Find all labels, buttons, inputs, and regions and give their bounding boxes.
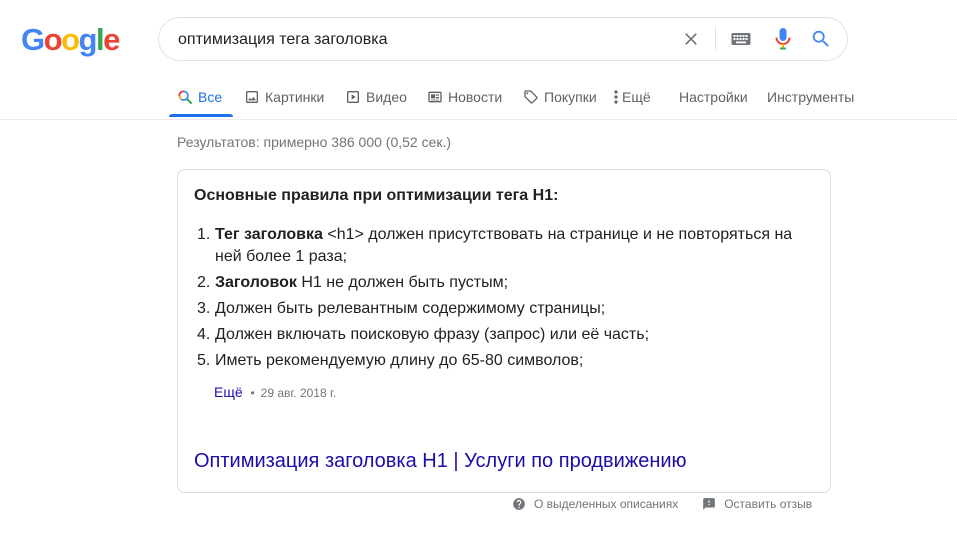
list-item-number: 4. <box>197 326 211 343</box>
logo-letter: l <box>95 22 105 57</box>
list-item-number: 3. <box>197 300 211 317</box>
list-item-text: Иметь рекомендуемую длину до 65-80 симво… <box>215 352 584 369</box>
tab-label: Покупки <box>544 89 597 105</box>
list-item-text: Должен быть релевантным содержимому стра… <box>215 300 606 317</box>
search-divider <box>715 27 716 51</box>
more-vert-icon <box>613 89 619 105</box>
feedback-label: Оставить отзыв <box>724 497 813 511</box>
snippet-heading: Основные правила при оптимизации тега H1… <box>194 187 559 204</box>
active-tab-indicator <box>169 114 233 117</box>
tab-news[interactable]: Новости <box>427 78 502 116</box>
tab-label: Все <box>198 89 223 105</box>
google-logo[interactable]: Google <box>21 22 120 58</box>
keyboard-button[interactable] <box>725 18 757 60</box>
list-item-number: 1. <box>197 226 211 243</box>
list-item: 3. Должен быть релевантным содержимому ст… <box>194 298 804 320</box>
news-icon <box>427 89 443 105</box>
results-count: Результатов: примерно 386 000 (0,52 сек.… <box>177 134 452 150</box>
logo-letter: e <box>103 22 120 57</box>
voice-search-button[interactable] <box>767 18 799 60</box>
list-item-text: Должен включать поисковую фразу (запрос)… <box>215 326 650 343</box>
search-icon <box>812 30 829 47</box>
tab-all[interactable]: Все <box>177 78 222 116</box>
video-icon <box>345 89 361 105</box>
meta-separator: • <box>250 386 255 400</box>
feedback-link[interactable]: Оставить отзыв <box>702 497 812 511</box>
tab-tools[interactable]: Инструменты <box>767 78 854 116</box>
list-item-text: H1 не должен быть пустым; <box>296 274 509 291</box>
snippet-meta: Ещё • 29 авг. 2018 г. <box>214 384 336 400</box>
tab-shopping[interactable]: Покупки <box>523 78 597 116</box>
list-item-bold: Тег заголовка <box>215 226 323 243</box>
image-icon <box>244 89 260 105</box>
keyboard-icon <box>731 33 751 45</box>
close-icon <box>685 33 697 45</box>
feedback-icon <box>703 498 716 510</box>
tab-settings[interactable]: Настройки <box>679 78 748 116</box>
logo-letter: g <box>78 22 98 57</box>
tab-label: Картинки <box>265 89 325 105</box>
tab-label: Инструменты <box>767 89 855 105</box>
about-snippets-link[interactable]: О выделенных описаниях <box>512 497 678 511</box>
list-item: 2. Заголовок H1 не должен быть пустым; <box>194 272 804 294</box>
result-title-link[interactable]: Оптимизация заголовка H1 | Услуги по про… <box>194 450 687 473</box>
list-item-number: 5. <box>197 352 211 369</box>
tab-label: Видео <box>366 89 407 105</box>
microphone-icon <box>775 28 791 50</box>
list-item-number: 2. <box>197 274 211 291</box>
help-icon <box>513 498 525 510</box>
tab-video[interactable]: Видео <box>345 78 407 116</box>
list-item: 1. Тег заголовка <h1> должен присутствова… <box>194 224 804 268</box>
featured-snippet: Основные правила при оптимизации тега H1… <box>177 169 831 493</box>
clear-button[interactable] <box>673 18 709 60</box>
tab-images[interactable]: Картинки <box>244 78 324 116</box>
snippet-date: 29 авг. 2018 г. <box>260 386 337 400</box>
search-icon <box>177 89 193 105</box>
snippet-footer: О выделенных описаниях Оставить отзыв <box>512 497 812 511</box>
list-item-bold: Заголовок <box>215 274 297 291</box>
tab-label: Ещё <box>622 89 651 105</box>
search-tabs: Все Картинки Видео Новости Покупки Ещё Н… <box>0 78 957 120</box>
list-item: 4. Должен включать поисковую фразу (запро… <box>194 324 804 346</box>
logo-letter: o <box>61 22 80 57</box>
tab-label: Настройки <box>679 89 748 105</box>
about-snippets-label: О выделенных описаниях <box>534 497 679 511</box>
tag-icon <box>523 89 539 105</box>
search-input[interactable] <box>178 29 658 51</box>
tab-more[interactable]: Ещё <box>613 78 651 116</box>
more-link[interactable]: Ещё <box>214 384 243 400</box>
search-button[interactable] <box>805 18 837 60</box>
logo-letter: G <box>21 22 45 57</box>
snippet-list: 1. Тег заголовка <h1> должен присутствова… <box>194 224 804 376</box>
tab-label: Новости <box>448 89 503 105</box>
logo-letter: o <box>43 22 63 57</box>
list-item: 5. Иметь рекомендуемую длину до 65-80 сим… <box>194 350 804 372</box>
search-box <box>158 17 848 61</box>
